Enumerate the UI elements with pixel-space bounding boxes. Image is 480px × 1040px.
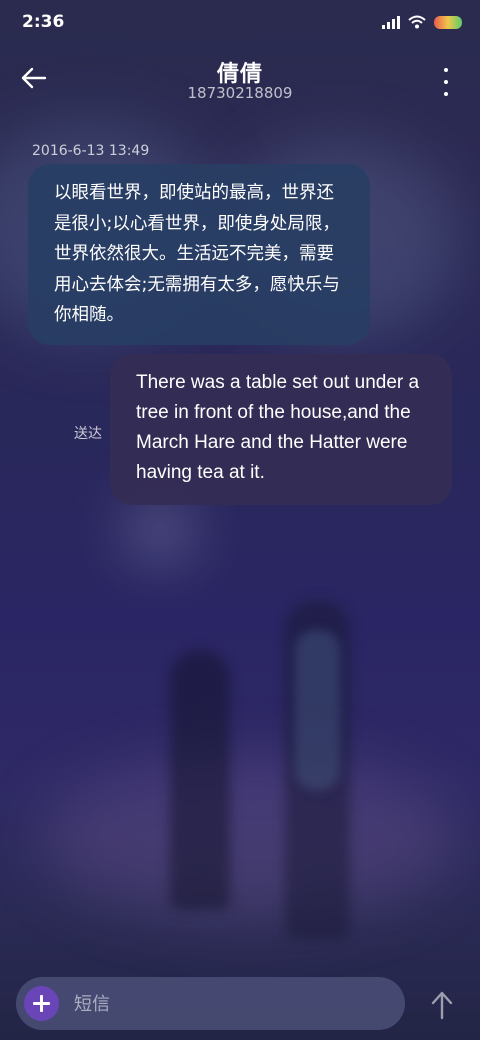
send-button[interactable] (426, 988, 458, 1022)
signal-bars-icon (382, 15, 400, 29)
conversation-header: 倩倩 18730218809 (0, 44, 480, 124)
background-glow (130, 500, 190, 560)
background-figure (170, 650, 230, 910)
message-timestamp: 2016-6-13 13:49 (32, 143, 150, 159)
message-text: 以眼看世界，即使站的最高，世界还是很小;以心看世界，即使身处局限，世界依然很大。… (54, 183, 340, 325)
arrow-up-icon (431, 991, 453, 1020)
messaging-screen: 2:36 倩倩 18730218809 2016-6-13 13:49 以眼看世… (0, 0, 480, 1040)
wifi-icon (408, 15, 426, 29)
battery-icon (434, 15, 462, 29)
outgoing-message-bubble[interactable]: There was a table set out under a tree i… (110, 354, 452, 505)
message-composer (16, 977, 405, 1030)
status-icons (382, 13, 462, 31)
more-vertical-icon (444, 68, 448, 72)
message-input[interactable] (72, 985, 396, 1024)
status-bar: 2:36 (0, 0, 480, 44)
contact-phone: 18730218809 (187, 84, 293, 102)
background-glow (40, 760, 460, 920)
more-options-button[interactable] (436, 66, 456, 98)
delivery-status: 送达 (74, 426, 102, 442)
message-text: There was a table set out under a tree i… (136, 372, 420, 483)
attach-button[interactable] (24, 986, 59, 1021)
status-time: 2:36 (22, 12, 65, 32)
incoming-message-bubble[interactable]: 以眼看世界，即使站的最高，世界还是很小;以心看世界，即使身处局限，世界依然很大。… (28, 164, 370, 345)
background-figure (295, 630, 340, 790)
